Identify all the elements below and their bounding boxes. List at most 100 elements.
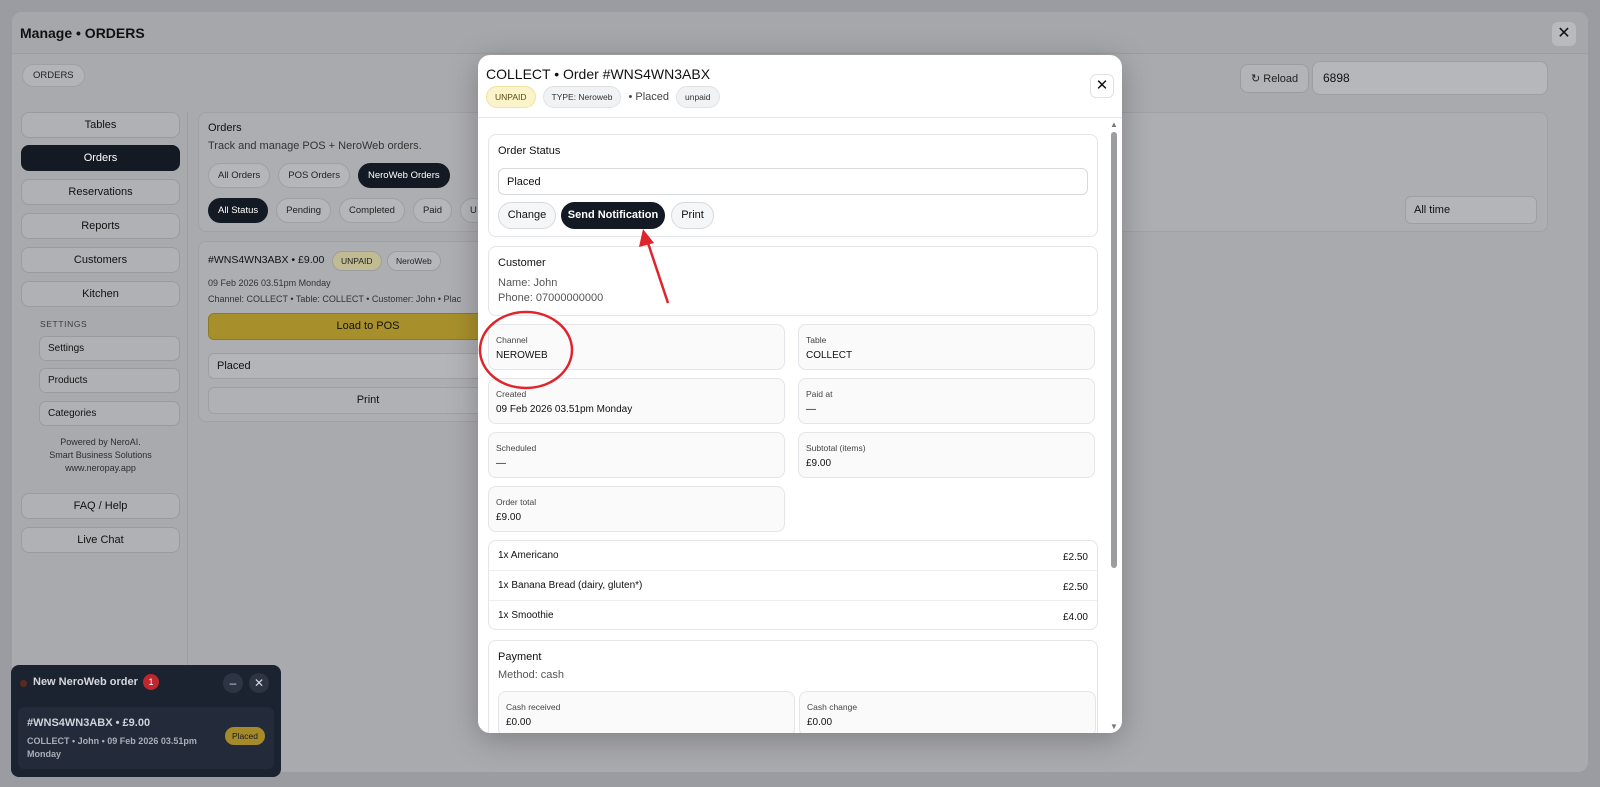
- scroll-up-arrow-icon[interactable]: ▲: [1110, 120, 1118, 129]
- order-card-print-button[interactable]: Print: [208, 387, 487, 414]
- orders-subheading: Track and manage POS + NeroWeb orders.: [208, 140, 422, 152]
- send-notification-button[interactable]: Send Notification: [561, 202, 665, 229]
- sidebar-item-kitchen[interactable]: Kitchen: [21, 281, 180, 307]
- order-status-title: Order Status: [498, 145, 561, 157]
- filter-neroweb-orders[interactable]: NeroWeb Orders: [357, 163, 450, 188]
- scheduled-field: Scheduled —: [488, 432, 785, 478]
- cash-received-label: Cash received: [506, 702, 561, 712]
- table-field: Table COLLECT: [798, 324, 1095, 370]
- toast-close-icon[interactable]: ✕: [249, 673, 269, 693]
- item-price: £4.00: [1062, 612, 1088, 623]
- paid-at-label: Paid at: [806, 389, 833, 399]
- cash-change-field: Cash change £0.00: [799, 691, 1096, 733]
- manage-close-icon[interactable]: ✕: [1552, 22, 1576, 46]
- sidebar-item-settings[interactable]: Settings: [39, 336, 180, 361]
- sidebar-item-orders[interactable]: Orders: [21, 145, 180, 171]
- modal-title: COLLECT • Order #WNS4WN3ABX: [486, 66, 711, 82]
- subtotal-label: Subtotal (items): [806, 443, 866, 453]
- sidebar-item-tables[interactable]: Tables: [21, 112, 180, 138]
- order-detail-modal: COLLECT • Order #WNS4WN3ABX UNPAID TYPE:…: [478, 55, 1122, 733]
- toast-order-card[interactable]: #WNS4WN3ABX • £9.00 COLLECT • John • 09 …: [18, 707, 274, 769]
- item-price: £2.50: [1062, 582, 1088, 593]
- customer-section: Customer Name: John Phone: 07000000000: [488, 246, 1098, 316]
- cash-received-value: £0.00: [506, 717, 532, 728]
- manage-header: Manage • ORDERS ✕: [12, 12, 1588, 54]
- paid-at-field: Paid at —: [798, 378, 1095, 424]
- cash-change-label: Cash change: [807, 702, 858, 712]
- filter-all-orders[interactable]: All Orders: [208, 163, 271, 188]
- search-input[interactable]: 6898: [1312, 61, 1548, 95]
- sidebar-item-customers[interactable]: Customers: [21, 247, 180, 273]
- scroll-down-arrow-icon[interactable]: ▼: [1110, 722, 1118, 731]
- minimize-icon[interactable]: –: [223, 673, 243, 693]
- created-value: 09 Feb 2026 03.51pm Monday: [496, 404, 633, 415]
- toast-order-meta: COLLECT • John • 09 Feb 2026 03.51pm Mon…: [27, 736, 197, 759]
- channel-value: NEROWEB: [496, 350, 548, 361]
- toast-title: New NeroWeb order: [33, 676, 138, 688]
- order-total-value: £9.00: [496, 512, 522, 523]
- unpaid-badge: UNPAID: [332, 251, 382, 271]
- list-item: 1x Smoothie £4.00: [489, 601, 1097, 631]
- created-field: Created 09 Feb 2026 03.51pm Monday: [488, 378, 785, 424]
- payment-status-badge: unpaid: [676, 86, 720, 108]
- order-card-meta: Channel: COLLECT • Table: COLLECT • Cust…: [208, 294, 462, 304]
- order-card-status-select[interactable]: Placed: [208, 353, 487, 379]
- sidebar-item-categories[interactable]: Categories: [39, 401, 180, 426]
- table-label: Table: [806, 335, 827, 345]
- customer-title: Customer: [498, 257, 546, 269]
- order-items-list: 1x Americano £2.50 1x Banana Bread (dair…: [488, 540, 1098, 630]
- settings-section-label: SETTINGS: [40, 319, 88, 329]
- paid-at-value: —: [806, 404, 816, 415]
- load-to-pos-button[interactable]: Load to POS: [208, 313, 487, 340]
- order-type-filters: All Orders POS Orders NeroWeb Orders: [208, 163, 450, 188]
- type-badge: NeroWeb: [387, 251, 441, 271]
- customer-phone: Phone: 07000000000: [498, 292, 604, 304]
- cash-received-field: Cash received £0.00: [498, 691, 795, 733]
- subtotal-value: £9.00: [806, 458, 832, 469]
- scheduled-value: —: [496, 458, 506, 469]
- order-status-filters: All Status Pending Completed Paid U: [208, 198, 487, 223]
- type-badge: TYPE: Neroweb: [542, 86, 622, 108]
- channel-label: Channel: [496, 335, 528, 345]
- filter-all-status[interactable]: All Status: [208, 198, 269, 223]
- sidebar-item-reservations[interactable]: Reservations: [21, 179, 180, 205]
- sidebar-item-reports[interactable]: Reports: [21, 213, 180, 239]
- filter-paid[interactable]: Paid: [412, 198, 452, 223]
- toast-count-badge: 1: [143, 674, 159, 690]
- order-status-select[interactable]: Placed: [498, 168, 1088, 195]
- modal-scrollbar[interactable]: ▲ ▼: [1108, 118, 1120, 733]
- scroll-thumb[interactable]: [1111, 132, 1117, 568]
- item-name: 1x Smoothie: [498, 610, 554, 621]
- sidebar-item-products[interactable]: Products: [39, 368, 180, 393]
- toast-order-title: #WNS4WN3ABX • £9.00: [27, 717, 151, 729]
- manage-title: Manage • ORDERS: [20, 25, 145, 41]
- orders-heading: Orders: [208, 122, 242, 134]
- payment-title: Payment: [498, 651, 542, 663]
- order-status-section: Order Status Placed Change Send Notifica…: [488, 134, 1098, 237]
- list-item: 1x Banana Bread (dairy, gluten*) £2.50: [489, 571, 1097, 601]
- channel-field: Channel NEROWEB: [488, 324, 785, 370]
- filter-completed[interactable]: Completed: [339, 198, 405, 223]
- payment-section: Payment Method: cash Cash received £0.00…: [488, 640, 1098, 733]
- time-filter-select[interactable]: All time: [1405, 196, 1537, 224]
- filter-pending[interactable]: Pending: [276, 198, 332, 223]
- change-status-button[interactable]: Change: [498, 202, 556, 229]
- print-button[interactable]: Print: [671, 202, 714, 229]
- list-item: 1x Americano £2.50: [489, 541, 1097, 571]
- order-card: #WNS4WN3ABX • £9.00 UNPAID NeroWeb 09 Fe…: [198, 241, 488, 422]
- filter-pos-orders[interactable]: POS Orders: [278, 163, 350, 188]
- unpaid-badge: UNPAID: [486, 86, 536, 108]
- order-card-date: 09 Feb 2026 03.51pm Monday: [208, 278, 331, 288]
- order-total-field: Order total £9.00: [488, 486, 785, 532]
- modal-close-icon[interactable]: ✕: [1090, 74, 1114, 98]
- modal-body: Order Status Placed Change Send Notifica…: [478, 118, 1122, 733]
- live-chat-button[interactable]: Live Chat: [21, 527, 180, 553]
- customer-name: Name: John: [498, 277, 558, 289]
- status-dot-icon: [20, 680, 27, 687]
- order-total-label: Order total: [496, 497, 537, 507]
- placed-status-text: • Placed: [628, 91, 669, 103]
- reload-button[interactable]: ↻ Reload: [1240, 64, 1310, 93]
- table-value: COLLECT: [806, 350, 853, 361]
- orders-chip[interactable]: ORDERS: [22, 64, 85, 87]
- faq-help-button[interactable]: FAQ / Help: [21, 493, 180, 519]
